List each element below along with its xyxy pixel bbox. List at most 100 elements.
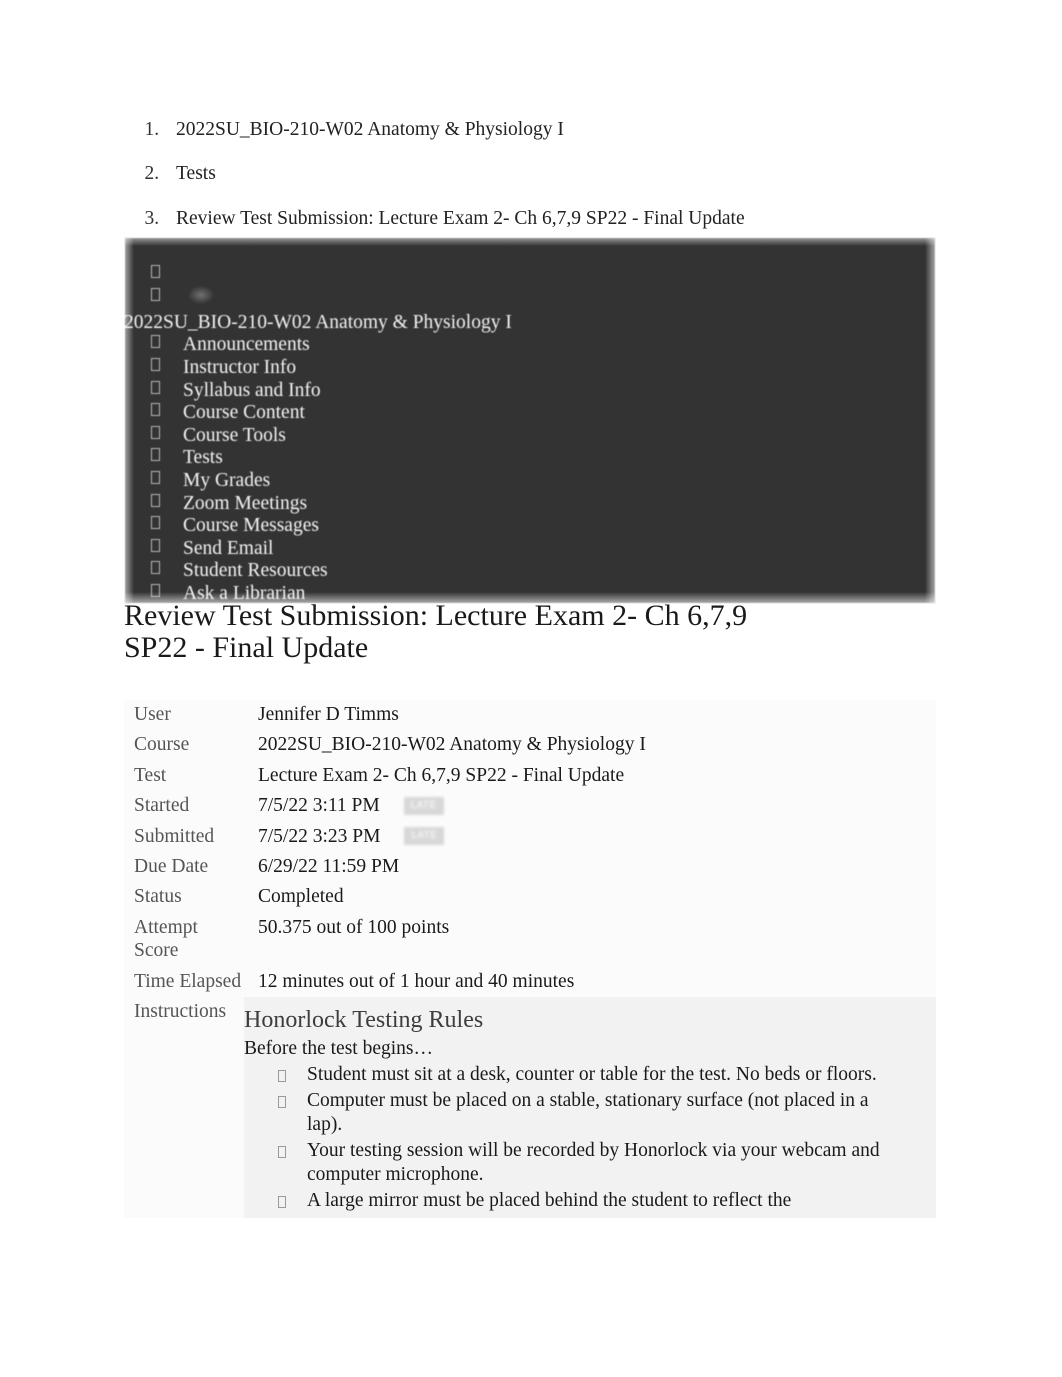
list-item: Student must sit at a desk, counter or t… (244, 1063, 936, 1088)
row-value: 12 minutes out of 1 hour and 40 minutes (244, 967, 936, 997)
row-value: 2022SU_BIO-210-W02 Anatomy & Physiology … (244, 730, 936, 760)
missing-glyph-icon (151, 561, 160, 575)
row-value-text: Lecture Exam 2- Ch 6,7,9 SP22 - Final Up… (258, 764, 625, 786)
missing-glyph-icon (151, 583, 160, 597)
missing-glyph-icon (151, 470, 160, 484)
table-row-instructions: Instructions Honorlock Testing Rules Bef… (124, 996, 936, 1219)
breadcrumb-item-review[interactable]: Review Test Submission: Lecture Exam 2- … (164, 207, 964, 230)
row-label: Time Elapsed (134, 970, 242, 992)
list-item-text: Student must sit at a desk, counter or t… (307, 1064, 877, 1086)
table-row: Due Date 6/29/22 11:59 PM (124, 851, 936, 883)
missing-glyph-icon (151, 358, 160, 372)
course-menu-panel: 2022SU_BIO-210-W02 Anatomy & Physiology … (125, 238, 935, 603)
instructions-bullet-list: Student must sit at a desk, counter or t… (244, 1063, 936, 1213)
row-value: 6/29/22 11:59 PM (244, 852, 936, 882)
sidebar-item-syllabus-and-info[interactable]: Syllabus and Info (125, 380, 935, 403)
blurred-icon (188, 285, 214, 304)
row-label: Instructions (134, 1000, 227, 1022)
breadcrumb-label: 2022SU_BIO-210-W02 Anatomy & Physiology … (176, 119, 564, 140)
sidebar-item-course-tools[interactable]: Course Tools (125, 425, 935, 448)
attempt-summary-table: User Jennifer D Timms Course 2022SU_BIO-… (124, 700, 936, 1219)
list-item-text: Your testing session will be recorded by… (307, 1139, 880, 1186)
missing-glyph-icon (151, 493, 160, 507)
status-badge: LATE (404, 827, 445, 846)
status-badge: LATE (403, 796, 444, 815)
course-menu-toggle-row-1[interactable] (125, 260, 935, 283)
row-value: 7/5/22 3:11 PM LATE (244, 791, 936, 821)
missing-glyph-icon (151, 403, 160, 417)
row-label: Course (134, 734, 190, 756)
missing-glyph-icon (151, 265, 160, 278)
row-value-text: 2022SU_BIO-210-W02 Anatomy & Physiology … (258, 734, 646, 756)
row-label: User (134, 704, 171, 725)
table-row: Time Elapsed 12 minutes out of 1 hour an… (124, 966, 936, 997)
row-value: 7/5/22 3:23 PM LATE (244, 822, 936, 852)
row-value-text: 7/5/22 3:11 PM (258, 795, 380, 817)
breadcrumb-item-tests[interactable]: Tests (164, 162, 964, 185)
missing-glyph-icon (278, 1195, 286, 1208)
course-menu-title: 2022SU_BIO-210-W02 Anatomy & Physiology … (125, 312, 512, 333)
missing-glyph-icon (278, 1145, 286, 1158)
list-item: Your testing session will be recorded by… (244, 1139, 936, 1188)
sidebar-item-label: Syllabus and Info (183, 379, 321, 401)
sidebar-item-course-content[interactable]: Course Content (125, 402, 935, 425)
page-title: Review Test Submission: Lecture Exam 2- … (124, 599, 748, 665)
table-row: Attempt Score 50.375 out of 100 points (124, 912, 936, 967)
instructions-content: Honorlock Testing Rules Before the test … (244, 996, 936, 1219)
sidebar-item-zoom-meetings[interactable]: Zoom Meetings (125, 493, 935, 516)
row-label: Due Date (134, 855, 209, 877)
row-value: Jennifer D Timms (244, 700, 936, 730)
breadcrumb-label: Tests (176, 163, 216, 185)
sidebar-item-student-resources[interactable]: Student Resources (125, 560, 935, 583)
instructions-subheading: Before the test begins… (244, 1037, 433, 1059)
sidebar-item-my-grades[interactable]: My Grades (125, 470, 935, 493)
row-value: 50.375 out of 100 points (244, 913, 936, 967)
row-label: Status (134, 886, 182, 908)
sidebar-item-instructor-info[interactable]: Instructor Info (125, 357, 935, 380)
missing-glyph-icon (278, 1095, 286, 1108)
row-value-text: Completed (258, 886, 344, 908)
sidebar-item-announcements[interactable]: Announcements (125, 334, 935, 357)
row-label: Started (134, 795, 190, 817)
sidebar-item-label: Zoom Meetings (183, 492, 308, 514)
course-menu-list: Announcements Instructor Info Syllabus a… (125, 334, 935, 603)
page-break-whitespace (0, 1232, 1062, 1377)
table-row: Test Lecture Exam 2- Ch 6,7,9 SP22 - Fin… (124, 760, 936, 792)
row-label: Test (134, 764, 167, 786)
course-menu-top-controls (125, 238, 935, 306)
sidebar-item-course-messages[interactable]: Course Messages (125, 515, 935, 538)
row-value: Completed (244, 882, 936, 912)
sidebar-item-send-email[interactable]: Send Email (125, 538, 935, 561)
missing-glyph-icon (151, 516, 160, 530)
breadcrumb-item-course[interactable]: 2022SU_BIO-210-W02 Anatomy & Physiology … (164, 118, 964, 141)
row-label: Attempt Score (134, 916, 198, 962)
row-value-text: Jennifer D Timms (258, 704, 399, 725)
sidebar-item-label: Course Content (183, 402, 305, 424)
table-row: Started 7/5/22 3:11 PM LATE (124, 791, 936, 822)
missing-glyph-icon (151, 335, 160, 349)
row-value-text: 7/5/22 3:23 PM (258, 825, 381, 847)
sidebar-item-label: My Grades (183, 469, 271, 491)
missing-glyph-icon (151, 380, 160, 394)
missing-glyph-icon (278, 1070, 286, 1083)
row-value-text: 6/29/22 11:59 PM (258, 855, 400, 877)
course-menu-toggle-row-2[interactable] (125, 283, 935, 306)
sidebar-item-tests[interactable]: Tests (125, 447, 935, 470)
table-row: Status Completed (124, 882, 936, 913)
table-row: Submitted 7/5/22 3:23 PM LATE (124, 821, 936, 852)
sidebar-item-label: Tests (183, 447, 223, 469)
list-item: A large mirror must be placed behind the… (244, 1189, 936, 1214)
sidebar-item-label: Instructor Info (183, 357, 297, 379)
table-row: Course 2022SU_BIO-210-W02 Anatomy & Phys… (124, 730, 936, 761)
missing-glyph-icon (151, 288, 160, 301)
instructions-heading: Honorlock Testing Rules (244, 1006, 484, 1033)
missing-glyph-icon (151, 425, 160, 439)
breadcrumb: 2022SU_BIO-210-W02 Anatomy & Physiology … (124, 118, 964, 251)
breadcrumb-label: Review Test Submission: Lecture Exam 2- … (176, 207, 745, 229)
list-item: Computer must be placed on a stable, sta… (244, 1089, 936, 1138)
table-row: User Jennifer D Timms (124, 700, 936, 731)
row-value: Lecture Exam 2- Ch 6,7,9 SP22 - Final Up… (244, 761, 936, 791)
row-label: Submitted (134, 825, 215, 847)
row-value-text: 12 minutes out of 1 hour and 40 minutes (258, 970, 575, 992)
sidebar-item-label: Course Messages (183, 515, 319, 537)
